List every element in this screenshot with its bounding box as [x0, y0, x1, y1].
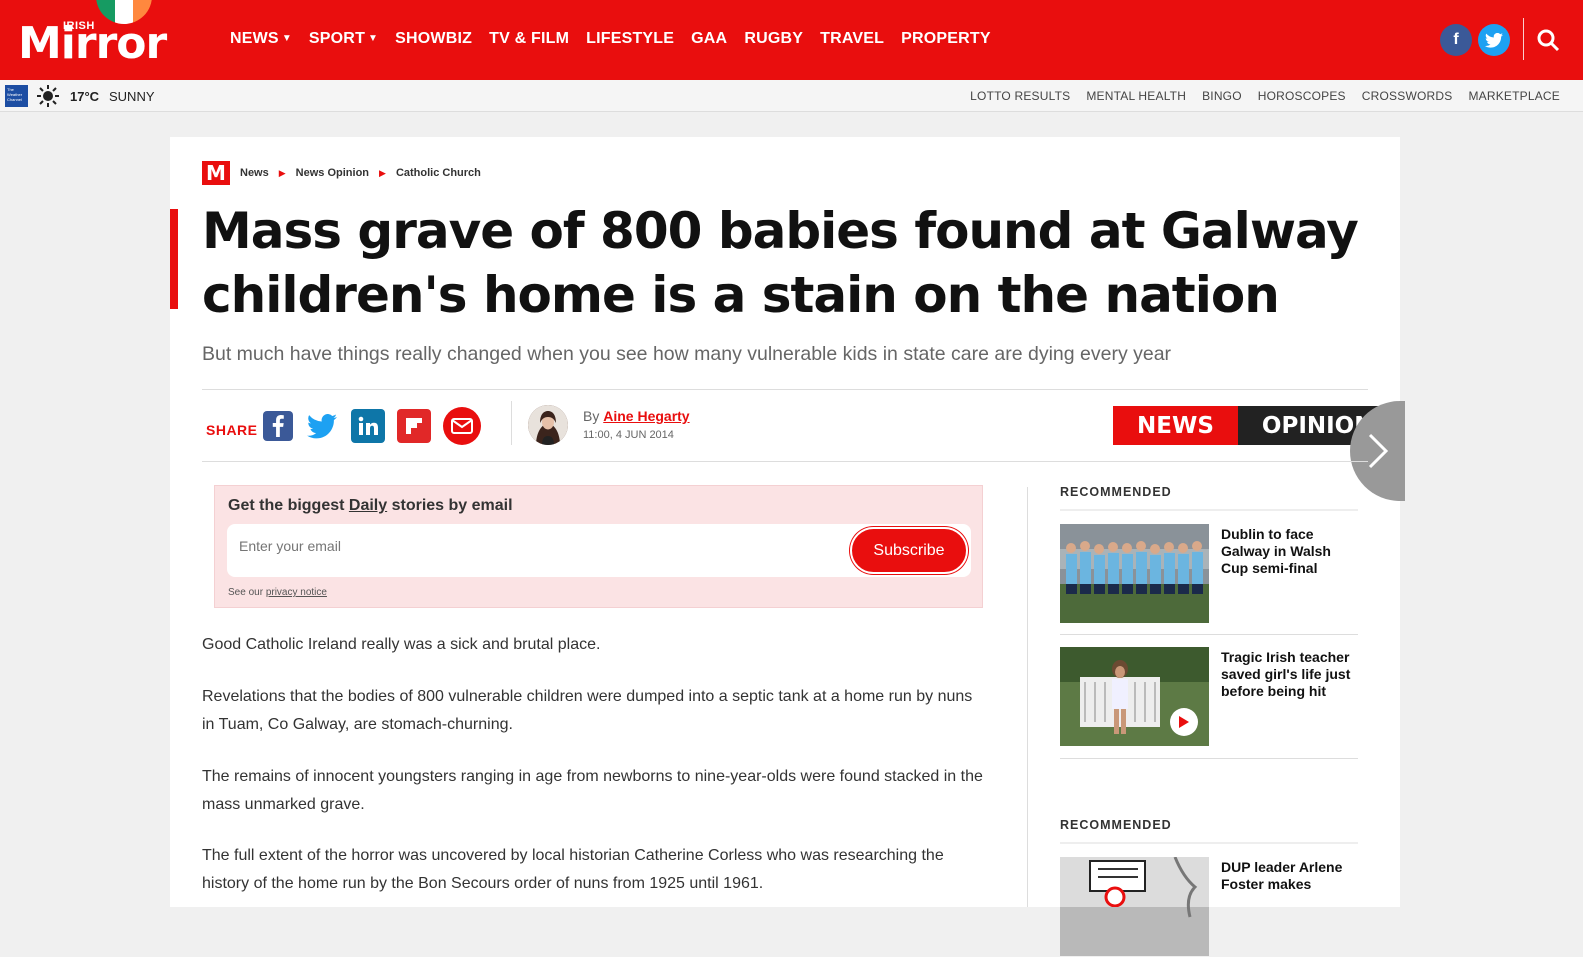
- recommended-title[interactable]: Tragic Irish teacher saved girl's life j…: [1221, 649, 1356, 700]
- privacy-notice-link[interactable]: privacy notice: [266, 587, 327, 598]
- main-nav: NEWS ▼ SPORT ▼ SHOWBIZ TV & FILM LIFESTYLE…: [230, 30, 991, 48]
- utility-bar: The Weather Channel 17°C SUNNY LOTTO RES…: [0, 80, 1583, 112]
- section-tag-news[interactable]: NEWS: [1113, 406, 1238, 445]
- publish-timestamp: 11:00, 4 JUN 2014: [583, 429, 674, 441]
- nav-item-news[interactable]: NEWS ▼: [230, 30, 292, 48]
- breadcrumb-item-news[interactable]: News: [240, 167, 269, 179]
- link-lotto-results[interactable]: LOTTO RESULTS: [970, 89, 1070, 103]
- breadcrumb: M News ▶ News Opinion ▶ Catholic Church: [202, 161, 481, 185]
- email-field[interactable]: [239, 538, 799, 554]
- recommended-item[interactable]: Dublin to face Galway in Walsh Cup semi-…: [1060, 524, 1358, 624]
- irish-mirror-logo[interactable]: IRISH Mirror: [18, 0, 193, 70]
- chevron-down-icon: ▼: [368, 33, 379, 44]
- chevron-right-icon: ▶: [278, 167, 286, 178]
- site-header: IRISH Mirror NEWS ▼ SPORT ▼ SHOWBIZ TV & F…: [0, 0, 1583, 80]
- flipboard-icon[interactable]: [397, 409, 431, 443]
- chevron-right-icon: ▶: [379, 167, 386, 178]
- link-crosswords[interactable]: CROSSWORDS: [1362, 89, 1453, 103]
- utility-links: LOTTO RESULTS MENTAL HEALTH BINGO HOROSC…: [970, 89, 1560, 103]
- nav-item-tv-film[interactable]: TV & FILM: [489, 30, 569, 48]
- recommended-title[interactable]: Dublin to face Galway in Walsh Cup semi-…: [1221, 526, 1356, 577]
- author-avatar[interactable]: [528, 405, 568, 445]
- logo-mirror-text: Mirror: [18, 18, 167, 69]
- link-mental-health[interactable]: MENTAL HEALTH: [1086, 89, 1186, 103]
- author-link[interactable]: Aine Hegarty: [603, 408, 689, 424]
- column-divider: [1027, 487, 1028, 907]
- recommended-item[interactable]: Tragic Irish teacher saved girl's life j…: [1060, 647, 1358, 747]
- newsletter-form: Subscribe: [227, 524, 971, 577]
- newsletter-signup: Get the biggest Daily stories by email S…: [214, 485, 983, 608]
- recommended-thumbnail[interactable]: [1060, 647, 1209, 746]
- article-standfirst: But much have things really changed when…: [202, 343, 1172, 365]
- article-headline: Mass grave of 800 babies found at Galway…: [202, 202, 1359, 324]
- divider: [511, 401, 512, 445]
- article-card: M News ▶ News Opinion ▶ Catholic Church …: [170, 137, 1405, 956]
- article-paragraph: The full extent of the horror was uncove…: [202, 847, 944, 892]
- header-divider: [1523, 18, 1524, 60]
- twitter-icon[interactable]: [305, 409, 339, 443]
- weather-channel-logo[interactable]: The Weather Channel: [5, 85, 28, 107]
- facebook-icon[interactable]: f: [1440, 24, 1472, 56]
- share-buttons: [263, 407, 481, 445]
- nav-item-travel[interactable]: TRAVEL: [820, 30, 884, 48]
- recommended-thumbnail[interactable]: [1060, 857, 1209, 956]
- weather-condition: SUNNY: [109, 89, 155, 104]
- article-paragraph: Good Catholic Ireland really was a sick …: [202, 636, 601, 653]
- headline-accent-bar: [170, 209, 178, 309]
- recommended-heading: RECOMMENDED: [1060, 485, 1172, 499]
- privacy-note: See our privacy notice: [228, 587, 327, 598]
- email-icon[interactable]: [443, 407, 481, 445]
- nav-item-property[interactable]: PROPERTY: [901, 30, 991, 48]
- nav-item-gaa[interactable]: GAA: [691, 30, 727, 48]
- weather-temp: 17°C: [70, 89, 100, 104]
- sun-icon: [37, 85, 59, 107]
- divider: [202, 461, 1368, 462]
- facebook-icon[interactable]: [263, 411, 293, 441]
- nav-item-sport[interactable]: SPORT ▼: [309, 30, 378, 48]
- subscribe-button[interactable]: Subscribe: [850, 527, 968, 574]
- divider: [1060, 842, 1358, 844]
- chevron-down-icon: ▼: [281, 33, 292, 44]
- link-bingo[interactable]: BINGO: [1202, 89, 1242, 103]
- nav-item-lifestyle[interactable]: LIFESTYLE: [586, 30, 674, 48]
- link-horoscopes[interactable]: HOROSCOPES: [1258, 89, 1346, 103]
- recommended-title[interactable]: DUP leader Arlene Foster makes: [1221, 859, 1356, 893]
- newsletter-title: Get the biggest Daily stories by email: [228, 497, 513, 514]
- linkedin-icon[interactable]: [351, 409, 385, 443]
- article-paragraph: Revelations that the bodies of 800 vulne…: [202, 688, 973, 733]
- author-byline: By Aine Hegarty: [583, 408, 690, 424]
- nav-item-rugby[interactable]: RUGBY: [744, 30, 803, 48]
- twitter-icon[interactable]: [1478, 24, 1510, 56]
- link-marketplace[interactable]: MARKETPLACE: [1468, 89, 1560, 103]
- recommended-heading: RECOMMENDED: [1060, 818, 1172, 832]
- recommended-item[interactable]: DUP leader Arlene Foster makes: [1060, 857, 1358, 957]
- share-label: SHARE: [206, 422, 258, 438]
- search-icon[interactable]: [1536, 28, 1560, 52]
- divider: [1060, 634, 1358, 635]
- breadcrumb-item-catholic-church[interactable]: Catholic Church: [396, 167, 481, 179]
- recommended-thumbnail[interactable]: [1060, 524, 1209, 623]
- divider: [202, 389, 1368, 390]
- article-paragraph: The remains of innocent youngsters rangi…: [202, 768, 983, 813]
- play-icon[interactable]: [1170, 708, 1198, 736]
- mirror-m-badge[interactable]: M: [202, 161, 230, 185]
- divider: [1060, 758, 1358, 759]
- nav-item-showbiz[interactable]: SHOWBIZ: [395, 30, 472, 48]
- divider: [1060, 509, 1358, 511]
- breadcrumb-item-news-opinion[interactable]: News Opinion: [296, 167, 369, 179]
